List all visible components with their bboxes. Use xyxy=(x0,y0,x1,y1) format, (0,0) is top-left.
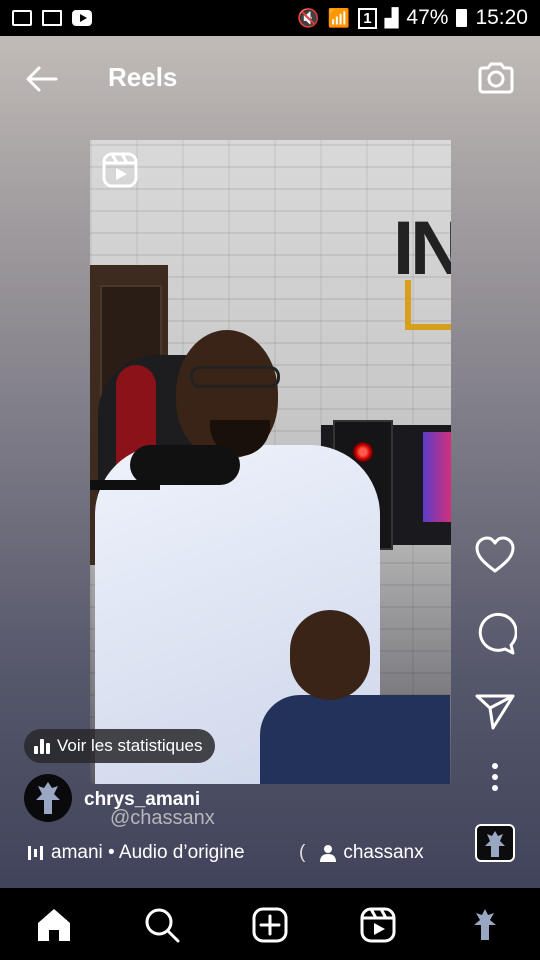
clock: 15:20 xyxy=(475,6,528,29)
wifi-icon: 📶 xyxy=(327,7,351,28)
audio-thumbnail[interactable] xyxy=(475,824,515,862)
person-jeans xyxy=(260,695,450,784)
reels-header: Reels xyxy=(0,36,540,120)
page-title: Reels xyxy=(108,62,178,92)
audio-row: amani • Audio d’origine ( chassanx xyxy=(28,841,424,865)
bottom-navigation xyxy=(0,888,540,960)
audio-thumbnail-figure xyxy=(485,831,505,857)
camera-icon[interactable] xyxy=(476,58,516,98)
heart-icon[interactable] xyxy=(473,534,517,578)
wall-logo-gold-mark xyxy=(405,280,451,330)
monitor xyxy=(423,432,451,522)
avatar-figure xyxy=(36,782,60,814)
reels-nav-icon[interactable] xyxy=(359,906,397,944)
signal-icon: ▟ xyxy=(384,7,399,28)
youtube-notification-icon xyxy=(72,10,92,26)
wall-logo: IN xyxy=(393,206,451,291)
tagged-username: chassanx xyxy=(343,842,424,863)
gallery-notification-icon xyxy=(12,10,32,26)
pc-fan xyxy=(353,442,373,462)
home-icon[interactable] xyxy=(35,906,73,944)
battery-icon xyxy=(456,9,468,27)
reel-video[interactable]: IN xyxy=(90,140,451,784)
mail-notification-icon xyxy=(42,10,62,26)
search-icon[interactable] xyxy=(143,906,181,944)
reels-icon xyxy=(102,152,138,188)
microphone-arm xyxy=(90,480,160,490)
audio-track-link[interactable]: amani • Audio d’origine xyxy=(51,842,287,864)
view-statistics-label: Voir les statistiques xyxy=(57,736,203,755)
sim-indicator: 1 xyxy=(358,7,377,29)
mute-icon: 🔇 xyxy=(297,7,320,28)
send-icon[interactable] xyxy=(473,690,517,734)
arrow-left-icon[interactable] xyxy=(24,61,60,97)
create-icon[interactable] xyxy=(251,906,289,944)
status-bar: 🔇 📶 1 ▟ 47% 15:20 xyxy=(0,0,540,36)
system-indicators: 🔇 📶 1 ▟ 47% 15:20 xyxy=(297,0,528,36)
audio-wave-icon xyxy=(28,846,43,860)
video-watermark: @chassanx xyxy=(110,807,215,829)
person-glasses xyxy=(190,366,280,388)
audio-paren: ( xyxy=(299,842,306,863)
comment-icon[interactable] xyxy=(473,612,517,656)
bar-chart-icon xyxy=(34,738,50,754)
user-avatar[interactable] xyxy=(24,774,72,822)
profile-avatar[interactable] xyxy=(466,906,504,944)
view-statistics-button[interactable]: Voir les statistiques xyxy=(24,729,215,763)
more-vertical-icon[interactable] xyxy=(473,756,517,800)
battery-percent: 47% xyxy=(406,6,449,29)
tagged-user-link[interactable]: chassanx xyxy=(319,842,424,864)
person-icon xyxy=(320,845,337,862)
notification-icons xyxy=(0,10,92,26)
person-hands xyxy=(290,610,370,700)
microphone xyxy=(130,445,240,485)
